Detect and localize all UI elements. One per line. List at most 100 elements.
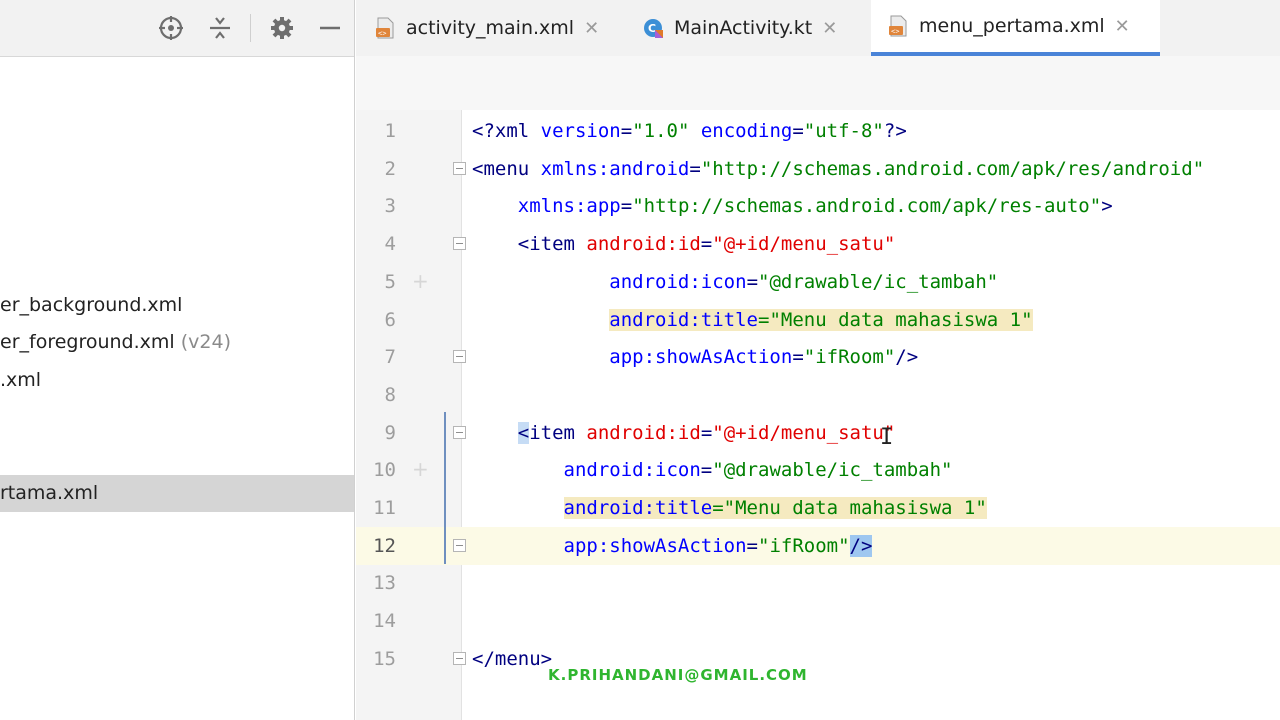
- code-token: android:id: [586, 421, 701, 444]
- code-token: =: [746, 270, 759, 293]
- code-line[interactable]: 1 <?xml version="1.0" encoding="utf-8"?>: [356, 112, 1280, 150]
- line-number[interactable]: 2: [356, 150, 396, 188]
- line-number[interactable]: 13: [356, 564, 396, 602]
- line-number[interactable]: 11: [356, 489, 396, 527]
- code-token: android:id: [586, 233, 701, 256]
- file-item[interactable]: er_background.xml: [0, 287, 182, 324]
- code-line[interactable]: 9 <item android:id="@+id/menu_satu": [356, 414, 1280, 452]
- svg-text:<>: <>: [378, 30, 386, 38]
- tab-menu-pertama[interactable]: <> menu_pertama.xml ✕: [871, 0, 1160, 56]
- file-item[interactable]: er_foreground.xml (v24): [0, 324, 231, 361]
- fold-icon[interactable]: [453, 651, 466, 665]
- code-token: =: [620, 195, 633, 218]
- file-item-selected[interactable]: rtama.xml: [0, 475, 354, 512]
- svg-text:C: C: [648, 22, 656, 35]
- tab-label: MainActivity.kt: [674, 17, 813, 39]
- code-token: android:icon: [609, 270, 747, 293]
- code-text: android:title="Menu data mahasiswa 1": [472, 489, 987, 527]
- minimize-icon[interactable]: [316, 14, 344, 42]
- xml-file-icon: <>: [889, 15, 907, 37]
- code-token: "1.0": [632, 120, 701, 142]
- change-marker: [444, 412, 446, 564]
- code-line[interactable]: 15 </menu>: [356, 640, 1280, 678]
- code-token: app:showAsAction: [563, 534, 747, 557]
- code-line[interactable]: 4 <item android:id="@+id/menu_satu": [356, 225, 1280, 263]
- code-token: />: [895, 346, 919, 369]
- fold-icon[interactable]: [453, 425, 466, 439]
- code-token: item: [529, 421, 587, 444]
- tab-mainactivity[interactable]: C MainActivity.kt ✕: [642, 0, 862, 56]
- collapse-icon[interactable]: [206, 14, 234, 42]
- line-number[interactable]: 10: [356, 451, 396, 489]
- line-number[interactable]: 8: [356, 376, 396, 414]
- code-line[interactable]: 3 xmlns:app="http://schemas.android.com/…: [356, 187, 1280, 225]
- code-line[interactable]: 7 app:showAsAction="ifRoom"/>: [356, 338, 1280, 376]
- code-line[interactable]: 10 + android:icon="@drawable/ic_tambah": [356, 451, 1280, 489]
- code-token: =: [700, 233, 713, 256]
- code-line[interactable]: 11 android:title="Menu data mahasiswa 1": [356, 489, 1280, 527]
- line-number[interactable]: 3: [356, 187, 396, 225]
- close-icon[interactable]: ✕: [822, 18, 837, 39]
- code-token: xmlns:: [540, 157, 610, 180]
- code-token: "@+id/menu_satu": [712, 421, 896, 444]
- line-number[interactable]: 6: [356, 301, 396, 339]
- code-token: "http://schemas.android.com/apk/res/andr…: [700, 157, 1205, 180]
- code-text: xmlns:app="http://schemas.android.com/ap…: [472, 187, 1113, 225]
- code-token: =: [700, 421, 713, 444]
- fold-icon[interactable]: [453, 538, 466, 552]
- code-token: "@+id/menu_satu": [712, 233, 896, 256]
- code-text: android:title="Menu data mahasiswa 1": [472, 301, 1033, 339]
- code-line[interactable]: 8: [356, 376, 1280, 414]
- code-token: </menu>: [472, 647, 553, 670]
- gear-icon[interactable]: [268, 14, 296, 42]
- code-token: ?>: [883, 120, 907, 142]
- close-icon[interactable]: ✕: [1115, 16, 1130, 37]
- crosshair-icon[interactable]: [157, 14, 185, 42]
- tab-label: activity_main.xml: [406, 17, 575, 39]
- close-icon[interactable]: ✕: [584, 18, 599, 39]
- code-line[interactable]: 14: [356, 602, 1280, 640]
- code-line[interactable]: 2 <menu xmlns:android="http://schemas.and…: [356, 150, 1280, 188]
- code-token: ="Menu data mahasiswa 1": [758, 308, 1033, 331]
- code-token: "@drawable/ic_tambah": [758, 270, 999, 293]
- code-line[interactable]: 6 android:title="Menu data mahasiswa 1": [356, 301, 1280, 339]
- code-token: ="Menu data mahasiswa 1": [712, 497, 987, 519]
- line-number[interactable]: 1: [356, 112, 396, 150]
- kotlin-file-icon: C: [644, 19, 663, 38]
- code-token: =: [792, 346, 804, 369]
- code-line[interactable]: 12 app:showAsAction="ifRoom"/>: [356, 526, 1280, 565]
- add-icon: +: [412, 457, 429, 482]
- fold-icon[interactable]: [453, 237, 466, 251]
- code-token: =: [746, 534, 758, 557]
- line-number[interactable]: 9: [356, 414, 396, 452]
- code-text: app:showAsAction="ifRoom"/>: [472, 338, 918, 376]
- file-name: .xml: [0, 369, 42, 391]
- fold-icon[interactable]: [453, 350, 466, 364]
- code-line[interactable]: 13: [356, 564, 1280, 602]
- fold-icon[interactable]: [453, 161, 466, 175]
- editor-tab-bar: <> activity_main.xml ✕ C MainActivity.kt…: [356, 0, 1280, 57]
- line-number[interactable]: 4: [356, 225, 396, 263]
- line-number[interactable]: 7: [356, 338, 396, 376]
- code-text: app:showAsAction="ifRoom"/>: [472, 527, 873, 565]
- code-token: =: [700, 459, 713, 482]
- line-number[interactable]: 12: [356, 527, 396, 565]
- code-text: </menu>: [472, 640, 552, 678]
- code-line[interactable]: 5 + android:icon="@drawable/ic_tambah": [356, 263, 1280, 301]
- code-editor[interactable]: 1 <?xml version="1.0" encoding="utf-8"?> 2…: [356, 110, 1280, 720]
- code-text: android:icon="@drawable/ic_tambah": [472, 451, 953, 489]
- code-token: android:title: [563, 497, 713, 519]
- file-item[interactable]: .xml: [0, 362, 41, 399]
- xml-file-icon: <>: [376, 17, 394, 39]
- code-token: "ifRoom": [758, 534, 850, 557]
- tab-activity-main[interactable]: <> activity_main.xml ✕: [374, 0, 624, 56]
- line-number[interactable]: 14: [356, 602, 396, 640]
- line-number[interactable]: 5: [356, 263, 396, 301]
- code-token: <?: [472, 120, 495, 142]
- line-number[interactable]: 15: [356, 640, 396, 678]
